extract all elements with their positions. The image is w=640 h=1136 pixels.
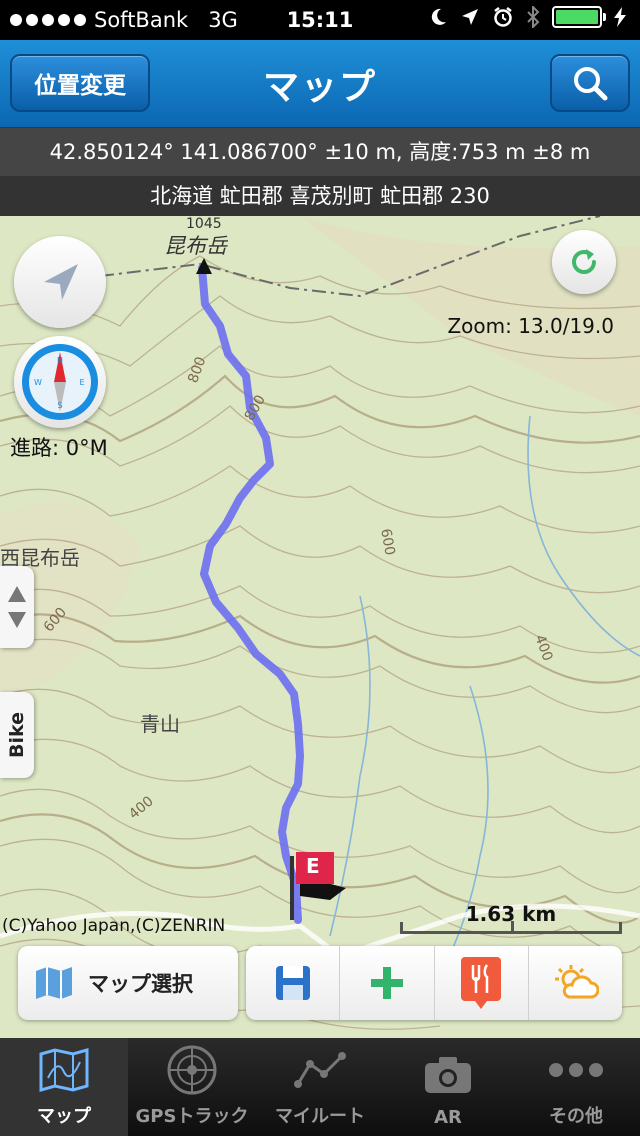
compass-button[interactable]: N E W S	[14, 336, 106, 428]
refresh-button[interactable]	[552, 230, 616, 294]
add-icon	[370, 967, 403, 999]
navigation-bar: 位置変更 マップ	[0, 40, 640, 128]
restaurant-button[interactable]	[435, 946, 529, 1020]
save-button[interactable]	[246, 946, 341, 1020]
tab-my-route[interactable]: マイルート	[256, 1038, 384, 1136]
bike-mode-label: Bike	[6, 711, 29, 759]
search-icon	[574, 67, 608, 101]
restaurant-icon	[461, 957, 502, 1009]
coordinates-readout: 42.850124° 141.086700° ±10 m, 高度:753 m ±…	[0, 128, 640, 176]
save-icon	[275, 966, 310, 1000]
status-right	[428, 6, 626, 28]
tab-label: AR	[434, 1107, 462, 1128]
alarm-icon	[494, 7, 512, 27]
up-down-arrows-icon	[8, 586, 26, 628]
location-arrow-icon	[462, 9, 478, 25]
action-toolbar	[246, 946, 622, 1020]
battery-level	[556, 10, 598, 24]
map-view[interactable]: 1045 昆布岳 西昆布岳 青山 800 800 600 600 400 400…	[0, 216, 640, 1038]
add-button[interactable]	[340, 946, 435, 1020]
end-marker-label: E	[306, 854, 320, 878]
tab-label: マップ	[37, 1106, 91, 1127]
battery-icon	[552, 6, 606, 28]
current-location-button[interactable]	[14, 236, 106, 328]
tab-label: GPSトラック	[135, 1106, 249, 1127]
tab-ar[interactable]: AR	[384, 1038, 512, 1136]
status-bar: SoftBank 3G 15:11	[0, 0, 640, 40]
peak-name-label: 昆布岳	[164, 234, 227, 258]
tab-map[interactable]: マップ	[0, 1038, 128, 1136]
zoom-readout: Zoom: 13.0/19.0	[447, 314, 614, 338]
compass-icon: N E W S	[22, 344, 98, 420]
svg-text:E: E	[79, 378, 84, 387]
map-scale: 1.63 km	[400, 902, 622, 934]
tab-more[interactable]: その他	[512, 1038, 640, 1136]
location-arrow-icon	[44, 264, 78, 300]
tab-label: その他	[549, 1106, 603, 1127]
page-title: マップ	[262, 67, 377, 108]
weather-button[interactable]	[529, 946, 622, 1020]
tab-bar: マップ GPSトラック マイルート AR その他	[0, 1038, 640, 1136]
bike-mode-tab[interactable]: Bike	[0, 692, 34, 778]
heading-readout: 進路: 0°M	[10, 436, 108, 460]
svg-text:W: W	[34, 378, 42, 387]
scroll-arrows-tab[interactable]	[0, 566, 34, 648]
camera-icon	[425, 1057, 471, 1093]
moon-icon	[431, 8, 446, 25]
bluetooth-icon	[527, 6, 540, 28]
map-select-label: マップ選択	[88, 972, 193, 996]
map-icon	[36, 967, 72, 999]
map-icon	[39, 1048, 89, 1092]
map-copyright: (C)Yahoo Japan,(C)ZENRIN	[2, 916, 226, 936]
svg-text:S: S	[57, 401, 62, 410]
charging-icon	[614, 7, 626, 27]
tab-gps-track[interactable]: GPSトラック	[128, 1038, 256, 1136]
tab-label: マイルート	[275, 1106, 365, 1127]
more-icon	[549, 1063, 603, 1077]
scale-bar	[400, 921, 622, 934]
svg-text:N: N	[57, 356, 63, 365]
radar-icon	[167, 1045, 217, 1095]
address-readout: 北海道 虻田郡 喜茂別町 虻田郡 230	[0, 176, 640, 216]
area-name-label: 青山	[140, 712, 180, 736]
map-select-button[interactable]: マップ選択	[18, 946, 238, 1020]
route-icon	[294, 1052, 346, 1088]
weather-icon	[555, 965, 600, 999]
refresh-icon	[572, 249, 596, 274]
search-button[interactable]	[550, 54, 630, 112]
